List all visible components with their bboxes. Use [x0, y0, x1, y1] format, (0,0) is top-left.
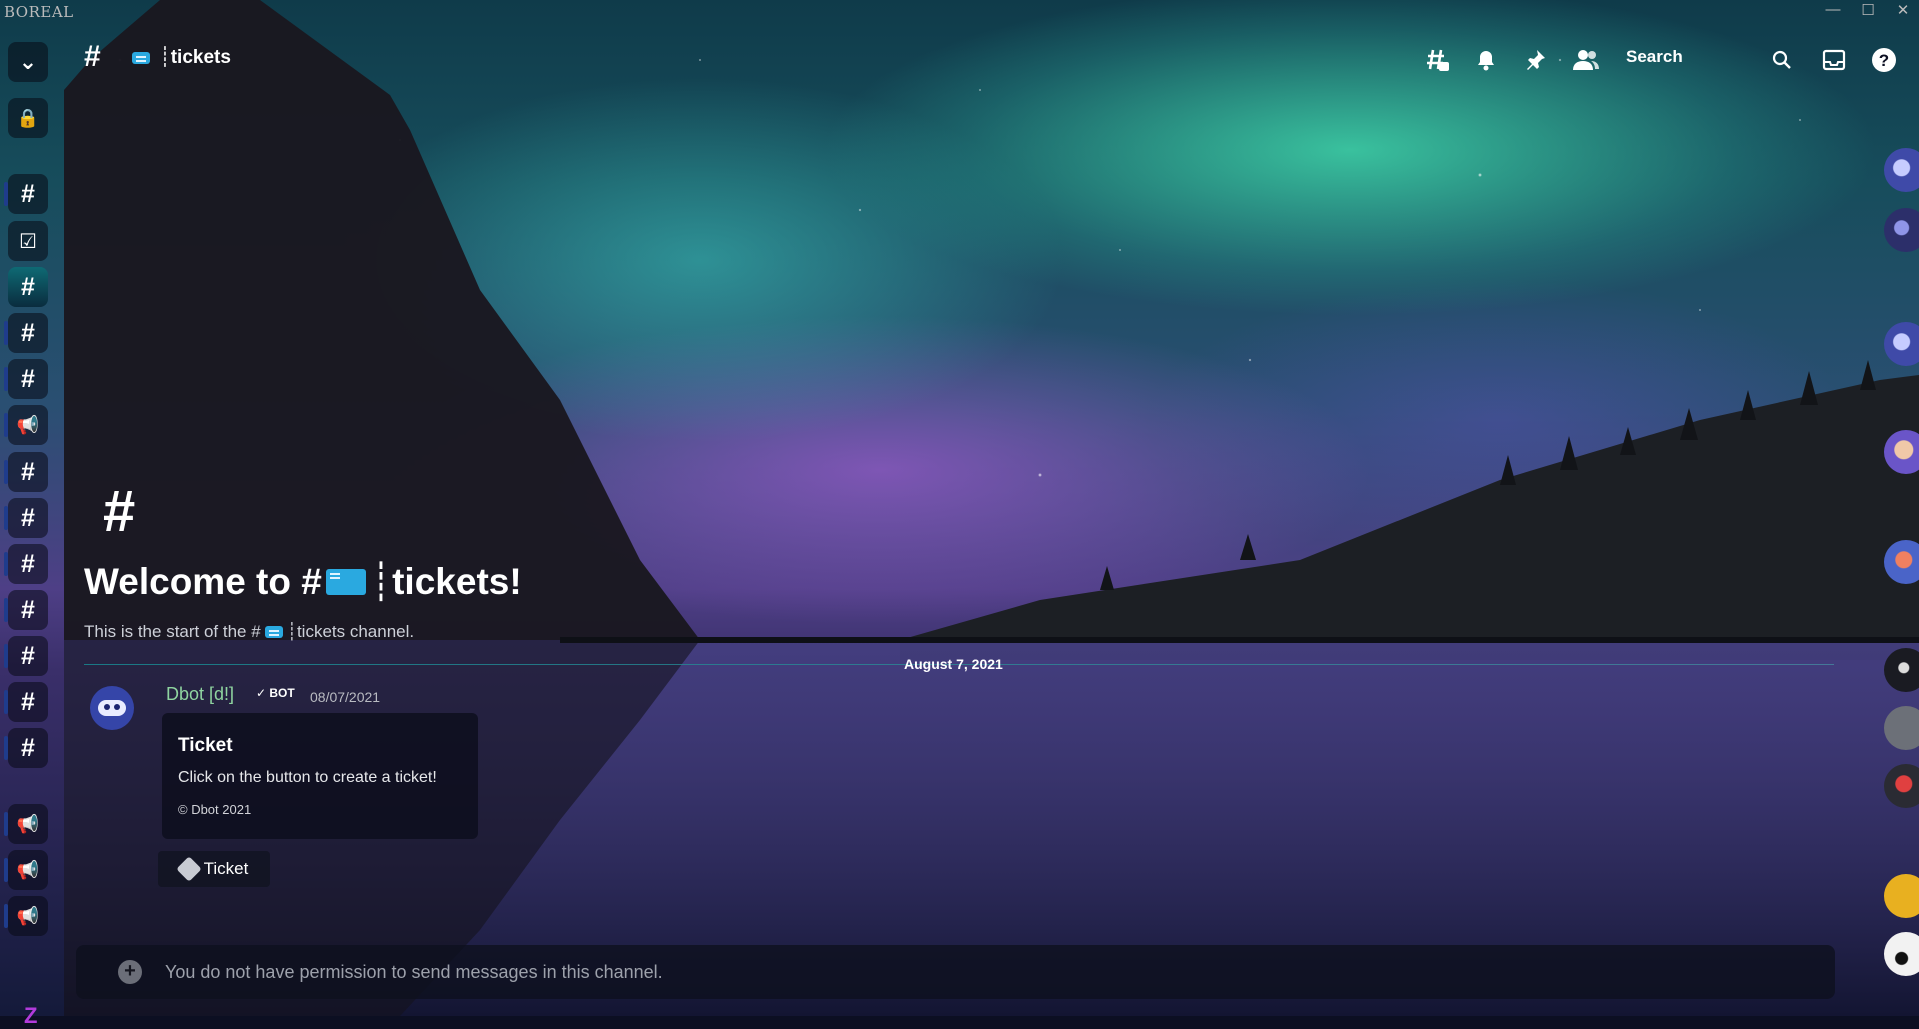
welcome-title: Welcome to # ┊tickets!: [84, 560, 522, 603]
inbox-icon[interactable]: [1820, 46, 1848, 74]
members-icon[interactable]: [1571, 46, 1599, 74]
bell-icon[interactable]: [1472, 46, 1500, 74]
hash-icon: #: [21, 641, 35, 670]
chevron-down-icon: ⌄: [18, 49, 38, 74]
welcome-hash-icon: #: [103, 479, 136, 544]
megaphone-icon: 📢: [16, 813, 40, 834]
unread-indicator: [4, 367, 8, 391]
embed-description: Click on the button to create a ticket!: [178, 769, 437, 786]
rail-channel-15[interactable]: 📢: [4, 896, 48, 936]
welcome-subtitle-prefix: This is the start of the #: [84, 622, 261, 641]
checkbox-icon: ☑: [19, 230, 37, 253]
message-author[interactable]: Dbot [d!]: [166, 684, 234, 705]
help-icon[interactable]: ?: [1870, 46, 1898, 74]
hash-icon: #: [21, 179, 35, 208]
ticket-icon: [175, 856, 202, 882]
unread-indicator: [4, 506, 8, 530]
collapse-button[interactable]: ⌄: [8, 42, 48, 82]
rail-channel-14[interactable]: 📢: [4, 850, 48, 890]
megaphone-icon: 📢: [16, 859, 40, 880]
message-embed: Ticket Click on the button to create a t…: [162, 713, 478, 839]
embed-title: Ticket: [178, 735, 233, 756]
app-brand: BOREAL: [4, 3, 74, 21]
unread-indicator: [4, 904, 8, 928]
avatar[interactable]: [90, 686, 134, 730]
add-attachment-icon: +: [118, 960, 142, 984]
unread-indicator: [4, 736, 8, 760]
title-bar: BOREAL — ☐ ✕: [0, 0, 1919, 24]
minimize-button[interactable]: —: [1820, 1, 1846, 18]
hash-icon: #: [21, 364, 35, 393]
create-ticket-button[interactable]: Ticket: [158, 851, 270, 887]
divider-date: August 7, 2021: [904, 656, 1003, 672]
message-timestamp: 08/07/2021: [310, 689, 381, 705]
channel-rail: ⌄ 🔒 # ☑ # # # 📢 # # # # # # # 📢 📢 📢 Z: [0, 24, 64, 1028]
unread-indicator: [4, 460, 8, 484]
hash-icon: #: [21, 318, 35, 347]
svg-text:?: ?: [1879, 51, 1889, 70]
unread-indicator: [4, 413, 8, 437]
unread-indicator: [4, 644, 8, 668]
rail-channel-13[interactable]: 📢: [4, 804, 48, 844]
search-icon[interactable]: [1768, 46, 1796, 74]
create-ticket-button-label: Ticket: [203, 859, 249, 878]
rail-channel-10[interactable]: #: [4, 636, 48, 676]
rail-channel-9[interactable]: #: [4, 590, 48, 630]
rail-channel-5[interactable]: 📢: [4, 405, 48, 445]
unread-indicator: [4, 858, 8, 882]
ticket-emoji-icon: [264, 626, 283, 638]
hash-icon: #: [21, 733, 35, 762]
megaphone-icon: 📢: [16, 905, 40, 926]
rail-channel-0[interactable]: #: [4, 174, 48, 214]
welcome-subtitle-suffix: ┊tickets channel.: [286, 622, 415, 641]
channel-hash-icon: #: [84, 40, 101, 73]
rail-channel-11[interactable]: #: [4, 682, 48, 722]
search-input[interactable]: Search: [1626, 47, 1683, 67]
hash-icon: #: [21, 549, 35, 578]
rail-channel-4[interactable]: #: [4, 359, 48, 399]
rail-channel-1[interactable]: ☑: [8, 221, 48, 261]
hash-icon: #: [21, 595, 35, 624]
ticket-emoji-icon: [132, 52, 150, 64]
threads-icon[interactable]: [1423, 46, 1451, 74]
maximize-button[interactable]: ☐: [1855, 1, 1881, 19]
lock-icon: 🔒: [16, 107, 40, 128]
bot-badge: ✓ BOT: [256, 686, 295, 700]
welcome-title-prefix: Welcome to #: [84, 561, 322, 602]
unread-indicator: [4, 552, 8, 576]
rail-channel-7[interactable]: #: [4, 498, 48, 538]
hash-icon: #: [21, 457, 35, 486]
ticket-emoji-icon: [325, 569, 366, 595]
welcome-subtitle: This is the start of the # ┊tickets chann…: [84, 622, 414, 642]
embed-footer: © Dbot 2021: [178, 802, 252, 817]
channel-title: ┊tickets: [128, 46, 231, 69]
rail-channel-6[interactable]: #: [4, 452, 48, 492]
hash-icon: #: [21, 503, 35, 532]
pin-icon[interactable]: [1521, 46, 1549, 74]
unread-indicator: [4, 598, 8, 622]
unread-indicator: [4, 182, 8, 206]
channel-name: ┊tickets: [159, 47, 231, 68]
hash-icon: #: [21, 272, 35, 301]
rail-channel-12[interactable]: #: [4, 728, 48, 768]
locked-channel-button[interactable]: 🔒: [8, 98, 48, 138]
close-button[interactable]: ✕: [1890, 1, 1916, 19]
megaphone-icon: 📢: [16, 414, 40, 435]
welcome-title-suffix: ┊tickets!: [369, 561, 522, 602]
rail-channel-tickets[interactable]: #: [8, 267, 48, 307]
landscape: [64, 0, 1919, 1016]
rail-channel-3[interactable]: #: [4, 313, 48, 353]
message-composer: + You do not have permission to send mes…: [76, 945, 1835, 999]
composer-placeholder: You do not have permission to send messa…: [165, 962, 663, 982]
unread-indicator: [4, 690, 8, 714]
bot-face-icon: [98, 700, 126, 716]
rail-channel-8[interactable]: #: [4, 544, 48, 584]
unread-indicator: [4, 321, 8, 345]
app-logo: Z: [24, 1003, 38, 1028]
unread-indicator: [4, 812, 8, 836]
hash-icon: #: [21, 687, 35, 716]
background-scene: [0, 0, 1919, 1016]
